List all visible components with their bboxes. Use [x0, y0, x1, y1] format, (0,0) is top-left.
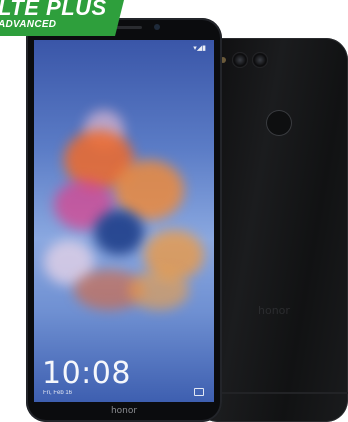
lockscreen-date: Fri, Feb 16 [43, 390, 73, 396]
wallpaper-splash [129, 270, 189, 310]
front-camera-icon [154, 24, 160, 30]
wallpaper-splash [94, 210, 144, 255]
back-logo: honor [258, 304, 290, 317]
banner-subtitle: ADVANCED [0, 19, 57, 30]
phone-front-view: ▾◢▮ 10:08 Fri, Feb 16 honor [26, 18, 222, 422]
fingerprint-sensor-icon [266, 110, 292, 136]
rear-camera-icon [252, 52, 268, 68]
banner-title: LTE PLUS [0, 0, 107, 20]
promo-banner-text: LTE PLUS ADVANCED [0, 0, 107, 30]
lockscreen-clock: 10:08 [42, 356, 131, 391]
phone-screen: ▾◢▮ 10:08 Fri, Feb 16 [34, 40, 214, 402]
camera-shortcut-icon [194, 388, 204, 396]
status-bar-icons: ▾◢▮ [193, 45, 206, 52]
rear-camera-icon [232, 52, 248, 68]
front-logo: honor [110, 406, 138, 416]
